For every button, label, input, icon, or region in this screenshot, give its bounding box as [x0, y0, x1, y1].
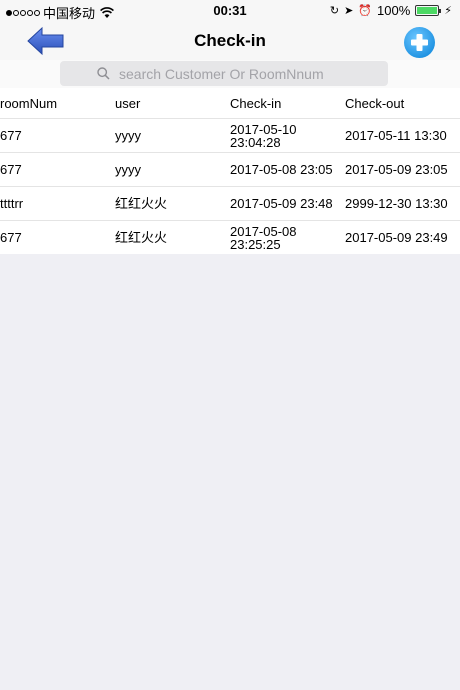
table-row[interactable]: 677 yyyy 2017-05-10 23:04:28 2017-05-11 … [0, 118, 460, 152]
cell-user: yyyy [115, 162, 141, 177]
cell-room: 677 [0, 230, 22, 245]
location-icon: ➤ [344, 5, 354, 17]
cell-user: yyyy [115, 128, 141, 143]
cell-checkin: 2017-05-08 23:05 [230, 162, 333, 177]
battery-icon [415, 5, 442, 16]
alarm-icon: ⏰ [358, 5, 373, 17]
table-row[interactable]: ttttrr 红红火火 2017-05-09 23:48 2999-12-30 … [0, 186, 460, 220]
search-icon [97, 67, 110, 80]
cell-user: 红红火火 [115, 230, 168, 245]
battery-percent: 100% [377, 3, 411, 18]
status-bar: 中国移动 00:31 ↻ ➤ ⏰ 100% ⚡ [0, 0, 460, 22]
status-right: ↻ ➤ ⏰ 100% ⚡ [330, 3, 452, 18]
cell-room: 677 [0, 128, 22, 143]
battery-level [417, 7, 438, 14]
cell-room: 677 [0, 162, 22, 177]
table-row[interactable]: 677 红红火火 2017-05-08 23:25:25 2017-05-09 … [0, 220, 460, 254]
checkin-table: roomNum user Check-in Check-out 677 yyyy… [0, 88, 460, 254]
add-button[interactable] [403, 26, 436, 59]
cell-checkout: 2999-12-30 13:30 [345, 196, 448, 211]
cell-checkin: 2017-05-10 23:04:28 [230, 121, 297, 150]
plus-circle-icon [404, 27, 435, 58]
table-header: roomNum user Check-in Check-out [0, 88, 460, 118]
header-room: roomNum [0, 95, 58, 111]
search-input[interactable] [119, 65, 369, 82]
table-row[interactable]: 677 yyyy 2017-05-08 23:05 2017-05-09 23:… [0, 152, 460, 186]
cell-checkout: 2017-05-09 23:49 [345, 230, 448, 245]
search-box[interactable] [60, 61, 388, 86]
charging-icon: ⚡ [444, 5, 452, 17]
nav-bar: Check-in [0, 22, 460, 60]
header-checkin: Check-in [230, 95, 282, 111]
header-checkout: Check-out [345, 95, 405, 111]
page-title: Check-in [194, 31, 266, 50]
cell-checkout: 2017-05-11 13:30 [345, 128, 447, 143]
cell-checkin: 2017-05-09 23:48 [230, 196, 333, 211]
cell-checkout: 2017-05-09 23:05 [345, 162, 448, 177]
cell-user: 红红火火 [115, 196, 168, 211]
header-user: user [115, 95, 141, 111]
cell-room: ttttrr [0, 196, 24, 211]
search-area [0, 60, 460, 88]
orientation-lock-icon: ↻ [329, 5, 340, 17]
cell-checkin: 2017-05-08 23:25:25 [230, 223, 297, 252]
